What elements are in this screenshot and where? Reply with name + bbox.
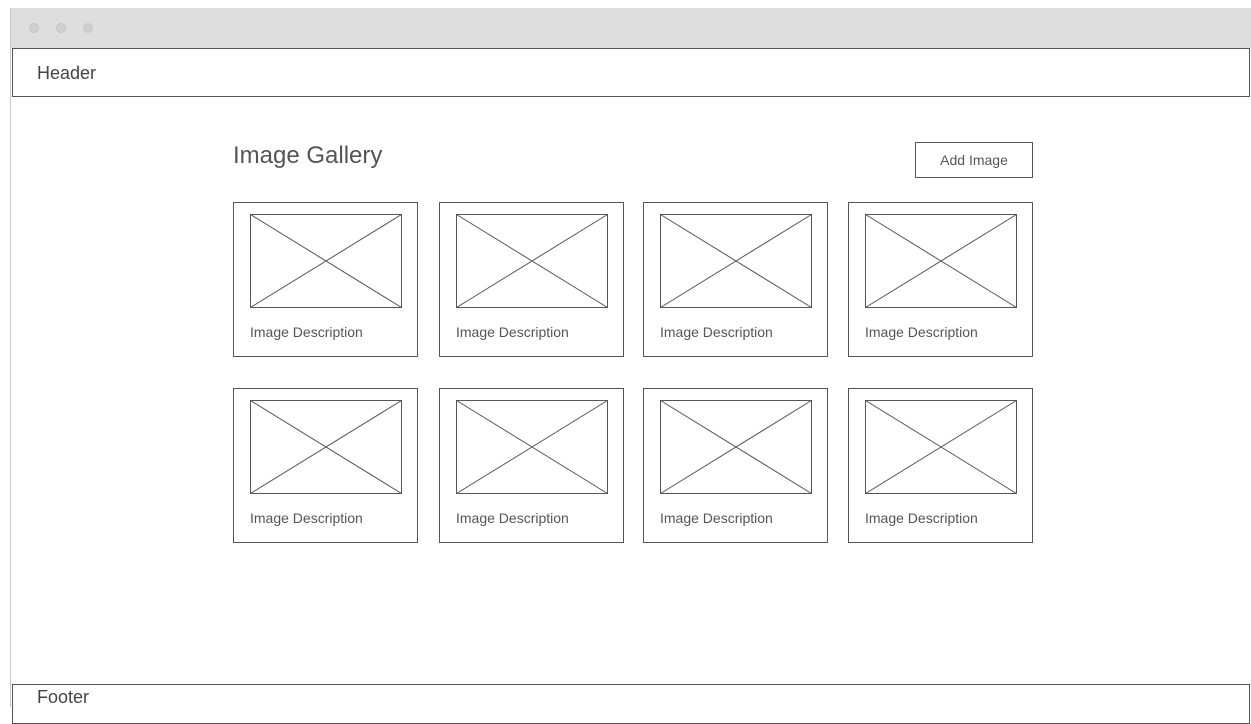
- image-placeholder-icon: [250, 400, 402, 494]
- gallery-card[interactable]: Image Description: [439, 202, 624, 357]
- gallery-card[interactable]: Image Description: [643, 388, 828, 543]
- header-label: Header: [37, 63, 97, 83]
- close-window-icon[interactable]: [29, 23, 39, 33]
- gallery-card[interactable]: Image Description: [233, 388, 418, 543]
- image-placeholder-icon: [865, 214, 1017, 308]
- gallery-card[interactable]: Image Description: [848, 202, 1033, 357]
- image-description: Image Description: [456, 510, 569, 526]
- image-description: Image Description: [660, 324, 773, 340]
- image-description: Image Description: [250, 510, 363, 526]
- minimize-window-icon[interactable]: [56, 23, 66, 33]
- gallery-card[interactable]: Image Description: [233, 202, 418, 357]
- gallery-card[interactable]: Image Description: [848, 388, 1033, 543]
- page-title: Image Gallery: [233, 142, 383, 169]
- image-placeholder-icon: [250, 214, 402, 308]
- image-placeholder-icon: [456, 214, 608, 308]
- image-description: Image Description: [250, 324, 363, 340]
- maximize-window-icon[interactable]: [83, 23, 93, 33]
- gallery-card[interactable]: Image Description: [439, 388, 624, 543]
- image-placeholder-icon: [660, 400, 812, 494]
- page-footer: Footer: [12, 684, 1250, 724]
- gallery-card[interactable]: Image Description: [643, 202, 828, 357]
- image-placeholder-icon: [660, 214, 812, 308]
- image-description: Image Description: [660, 510, 773, 526]
- footer-label: Footer: [37, 687, 90, 707]
- image-description: Image Description: [456, 324, 569, 340]
- image-description: Image Description: [865, 324, 978, 340]
- image-placeholder-icon: [456, 400, 608, 494]
- add-image-button[interactable]: Add Image: [915, 142, 1033, 178]
- browser-window: Header Image Gallery Add Image Image Des…: [10, 8, 1251, 724]
- window-titlebar: [11, 8, 1251, 48]
- page-header: Header: [12, 48, 1250, 97]
- image-description: Image Description: [865, 510, 978, 526]
- image-placeholder-icon: [865, 400, 1017, 494]
